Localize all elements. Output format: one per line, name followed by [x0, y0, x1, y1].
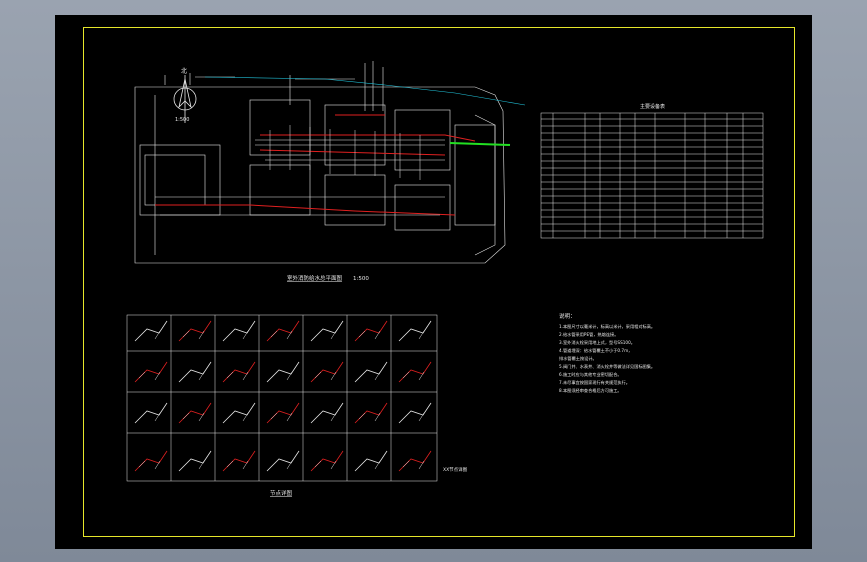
site-plan-scale: 1:500	[353, 276, 369, 282]
north-arrow-icon	[173, 75, 197, 123]
water-pipes	[155, 114, 476, 216]
note-6: 5.阀门井、水表井、消火栓井等做法详见国标图集。	[559, 363, 655, 370]
detail-sketch	[310, 402, 344, 424]
fire-pipe	[449, 142, 511, 146]
detail-sketch	[178, 402, 212, 424]
detail-sketch	[266, 361, 300, 383]
site-plan	[134, 61, 506, 264]
detail-sketch	[398, 320, 432, 342]
table-title: 主要设备表	[640, 103, 665, 110]
detail-sketch	[310, 361, 344, 383]
site-plan-title: 室外消防给水总平面图	[287, 274, 343, 282]
detail-sketch	[134, 361, 168, 383]
detail-sketch	[398, 402, 432, 424]
note-5: 排水管覆土按设计。	[559, 355, 597, 362]
detail-last-label: XX节点详图	[443, 466, 468, 473]
detail-sketch	[310, 320, 344, 342]
note-4: 4.管道埋深：给水管覆土不小于0.7m，	[559, 347, 632, 354]
details-title: 节点详图	[270, 489, 293, 497]
note-8: 7.未尽事宜按国家现行有关规范执行。	[559, 379, 630, 386]
note-3: 3.室外消火栓采用地上式，型号SS100。	[559, 339, 635, 346]
note-1: 1.本图尺寸以毫米计，标高以米计，采用相对标高。	[559, 323, 655, 330]
detail-sketch	[310, 450, 344, 472]
detail-sketch	[398, 450, 432, 472]
drawing-svg: 北 1:500 室外消防给水总平面图 1:500 主要设备表 说明： 1.本图尺…	[126, 61, 764, 497]
detail-sketch	[134, 402, 168, 424]
detail-sketch	[178, 320, 212, 342]
detail-sketch	[222, 361, 256, 383]
detail-sketch	[178, 361, 212, 383]
note-7: 6.施工时应与其他专业密切配合。	[559, 371, 622, 378]
cad-viewport: 北 1:500 室外消防给水总平面图 1:500 主要设备表 说明： 1.本图尺…	[0, 0, 867, 562]
detail-sketch	[134, 320, 168, 342]
details-grid	[126, 314, 438, 482]
detail-sketch	[266, 320, 300, 342]
notes-title: 说明：	[559, 312, 576, 320]
detail-sketch	[354, 402, 388, 424]
detail-sketch	[178, 450, 212, 472]
drawing-sheet[interactable]: 北 1:500 室外消防给水总平面图 1:500 主要设备表 说明： 1.本图尺…	[55, 15, 812, 549]
detail-sketch	[398, 361, 432, 383]
detail-sketch	[134, 450, 168, 472]
note-2: 2.给水管采用PE管，热熔连接。	[559, 331, 618, 338]
detail-sketch	[354, 450, 388, 472]
detail-sketch	[222, 450, 256, 472]
note-9: 8.本图须经审查合格后方可施工。	[559, 387, 622, 394]
equipment-table	[540, 112, 764, 239]
detail-sketch	[222, 320, 256, 342]
detail-sketch	[354, 320, 388, 342]
north-scale: 1:500	[175, 117, 189, 123]
north-label: 北	[181, 67, 187, 75]
notes-block: 说明： 1.本图尺寸以毫米计，标高以米计，采用相对标高。 2.给水管采用PE管，…	[559, 312, 655, 394]
detail-sketch	[354, 361, 388, 383]
detail-sketch	[266, 402, 300, 424]
detail-sketch	[222, 402, 256, 424]
detail-sketch	[266, 450, 300, 472]
